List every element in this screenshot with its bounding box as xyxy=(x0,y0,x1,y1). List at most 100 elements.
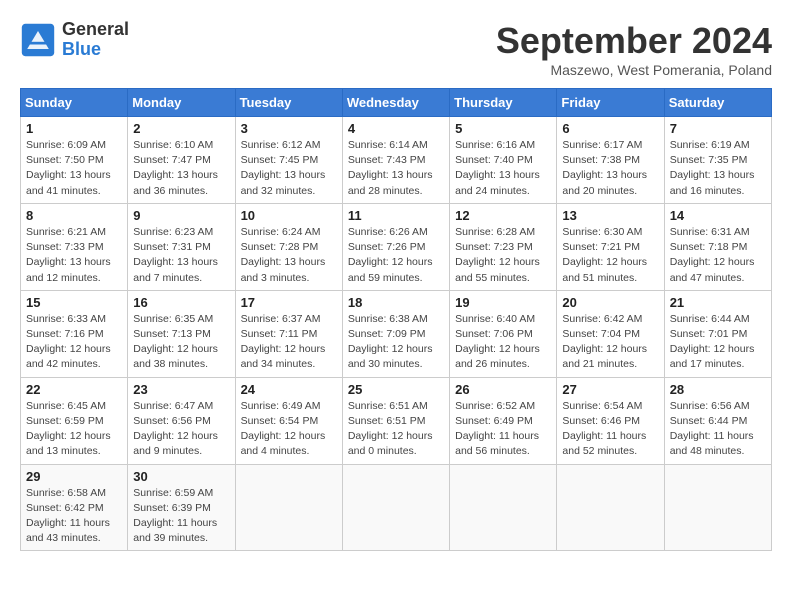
calendar-cell: 9Sunrise: 6:23 AMSunset: 7:31 PMDaylight… xyxy=(128,203,235,290)
day-number: 3 xyxy=(241,121,337,136)
calendar-cell xyxy=(450,464,557,551)
day-number: 19 xyxy=(455,295,551,310)
calendar-cell: 22Sunrise: 6:45 AMSunset: 6:59 PMDayligh… xyxy=(21,377,128,464)
logo-text: General Blue xyxy=(62,20,129,60)
day-number: 30 xyxy=(133,469,229,484)
day-number: 23 xyxy=(133,382,229,397)
day-number: 8 xyxy=(26,208,122,223)
day-number: 27 xyxy=(562,382,658,397)
weekday-header-sunday: Sunday xyxy=(21,89,128,117)
day-info: Sunrise: 6:12 AMSunset: 7:45 PMDaylight:… xyxy=(241,138,337,199)
day-number: 24 xyxy=(241,382,337,397)
day-number: 6 xyxy=(562,121,658,136)
weekday-header-thursday: Thursday xyxy=(450,89,557,117)
day-number: 10 xyxy=(241,208,337,223)
calendar-cell: 21 Sunrise: 6:44 AMSunset: 7:01 PMDayligh… xyxy=(664,290,771,377)
weekday-header-tuesday: Tuesday xyxy=(235,89,342,117)
calendar-cell: 25 Sunrise: 6:51 AMSunset: 6:51 PMDayligh… xyxy=(342,377,449,464)
calendar-cell xyxy=(235,464,342,551)
logo: General Blue xyxy=(20,20,129,60)
day-info: Sunrise: 6:30 AMSunset: 7:21 PMDaylight:… xyxy=(562,225,658,286)
calendar-cell: 18 Sunrise: 6:38 AMSunset: 7:09 PMDayligh… xyxy=(342,290,449,377)
day-info: Sunrise: 6:31 AMSunset: 7:18 PMDaylight:… xyxy=(670,225,766,286)
calendar-week-row: 22Sunrise: 6:45 AMSunset: 6:59 PMDayligh… xyxy=(21,377,772,464)
calendar-cell: 10 Sunrise: 6:24 AMSunset: 7:28 PMDayligh… xyxy=(235,203,342,290)
day-info: Sunrise: 6:51 AMSunset: 6:51 PMDaylight:… xyxy=(348,399,444,460)
calendar-cell: 23Sunrise: 6:47 AMSunset: 6:56 PMDayligh… xyxy=(128,377,235,464)
day-number: 5 xyxy=(455,121,551,136)
day-number: 18 xyxy=(348,295,444,310)
calendar-cell: 14 Sunrise: 6:31 AMSunset: 7:18 PMDayligh… xyxy=(664,203,771,290)
day-info: Sunrise: 6:17 AMSunset: 7:38 PMDaylight:… xyxy=(562,138,658,199)
title-block: September 2024 Maszewo, West Pomerania, … xyxy=(496,20,772,78)
day-info: Sunrise: 6:37 AMSunset: 7:11 PMDaylight:… xyxy=(241,312,337,373)
day-info: Sunrise: 6:14 AMSunset: 7:43 PMDaylight:… xyxy=(348,138,444,199)
day-info: Sunrise: 6:28 AMSunset: 7:23 PMDaylight:… xyxy=(455,225,551,286)
calendar-cell xyxy=(342,464,449,551)
calendar-cell: 6 Sunrise: 6:17 AMSunset: 7:38 PMDaylight… xyxy=(557,117,664,204)
day-info: Sunrise: 6:56 AMSunset: 6:44 PMDaylight:… xyxy=(670,399,766,460)
day-number: 29 xyxy=(26,469,122,484)
calendar-cell xyxy=(664,464,771,551)
day-info: Sunrise: 6:21 AMSunset: 7:33 PMDaylight:… xyxy=(26,225,122,286)
day-number: 20 xyxy=(562,295,658,310)
calendar-week-row: 15Sunrise: 6:33 AMSunset: 7:16 PMDayligh… xyxy=(21,290,772,377)
weekday-header-friday: Friday xyxy=(557,89,664,117)
calendar-table: SundayMondayTuesdayWednesdayThursdayFrid… xyxy=(20,88,772,551)
calendar-cell: 19 Sunrise: 6:40 AMSunset: 7:06 PMDayligh… xyxy=(450,290,557,377)
day-info: Sunrise: 6:52 AMSunset: 6:49 PMDaylight:… xyxy=(455,399,551,460)
calendar-cell: 28 Sunrise: 6:56 AMSunset: 6:44 PMDayligh… xyxy=(664,377,771,464)
day-number: 26 xyxy=(455,382,551,397)
day-number: 28 xyxy=(670,382,766,397)
calendar-cell: 12 Sunrise: 6:28 AMSunset: 7:23 PMDayligh… xyxy=(450,203,557,290)
day-info: Sunrise: 6:26 AMSunset: 7:26 PMDaylight:… xyxy=(348,225,444,286)
day-info: Sunrise: 6:38 AMSunset: 7:09 PMDaylight:… xyxy=(348,312,444,373)
calendar-cell: 13 Sunrise: 6:30 AMSunset: 7:21 PMDayligh… xyxy=(557,203,664,290)
calendar-cell: 2Sunrise: 6:10 AMSunset: 7:47 PMDaylight… xyxy=(128,117,235,204)
day-info: Sunrise: 6:44 AMSunset: 7:01 PMDaylight:… xyxy=(670,312,766,373)
day-info: Sunrise: 6:16 AMSunset: 7:40 PMDaylight:… xyxy=(455,138,551,199)
day-info: Sunrise: 6:33 AMSunset: 7:16 PMDaylight:… xyxy=(26,312,122,373)
calendar-cell: 1 Sunrise: 6:09 AMSunset: 7:50 PMDaylight… xyxy=(21,117,128,204)
day-info: Sunrise: 6:23 AMSunset: 7:31 PMDaylight:… xyxy=(133,225,229,286)
logo-icon xyxy=(20,22,56,58)
day-number: 7 xyxy=(670,121,766,136)
calendar-week-row: 1 Sunrise: 6:09 AMSunset: 7:50 PMDaylight… xyxy=(21,117,772,204)
day-info: Sunrise: 6:19 AMSunset: 7:35 PMDaylight:… xyxy=(670,138,766,199)
day-number: 21 xyxy=(670,295,766,310)
calendar-week-row: 8 Sunrise: 6:21 AMSunset: 7:33 PMDaylight… xyxy=(21,203,772,290)
month-title: September 2024 xyxy=(496,20,772,62)
calendar-cell: 24 Sunrise: 6:49 AMSunset: 6:54 PMDayligh… xyxy=(235,377,342,464)
day-number: 14 xyxy=(670,208,766,223)
day-info: Sunrise: 6:10 AMSunset: 7:47 PMDaylight:… xyxy=(133,138,229,199)
day-info: Sunrise: 6:24 AMSunset: 7:28 PMDaylight:… xyxy=(241,225,337,286)
day-info: Sunrise: 6:42 AMSunset: 7:04 PMDaylight:… xyxy=(562,312,658,373)
calendar-cell: 5 Sunrise: 6:16 AMSunset: 7:40 PMDaylight… xyxy=(450,117,557,204)
location-subtitle: Maszewo, West Pomerania, Poland xyxy=(496,62,772,78)
page-header: General Blue September 2024 Maszewo, Wes… xyxy=(20,20,772,78)
calendar-cell: 11 Sunrise: 6:26 AMSunset: 7:26 PMDayligh… xyxy=(342,203,449,290)
calendar-cell: 16Sunrise: 6:35 AMSunset: 7:13 PMDayligh… xyxy=(128,290,235,377)
calendar-cell: 30Sunrise: 6:59 AMSunset: 6:39 PMDayligh… xyxy=(128,464,235,551)
day-info: Sunrise: 6:45 AMSunset: 6:59 PMDaylight:… xyxy=(26,399,122,460)
day-info: Sunrise: 6:58 AMSunset: 6:42 PMDaylight:… xyxy=(26,486,122,547)
calendar-cell: 8 Sunrise: 6:21 AMSunset: 7:33 PMDaylight… xyxy=(21,203,128,290)
day-info: Sunrise: 6:49 AMSunset: 6:54 PMDaylight:… xyxy=(241,399,337,460)
weekday-header-row: SundayMondayTuesdayWednesdayThursdayFrid… xyxy=(21,89,772,117)
day-number: 4 xyxy=(348,121,444,136)
calendar-cell xyxy=(557,464,664,551)
day-info: Sunrise: 6:09 AMSunset: 7:50 PMDaylight:… xyxy=(26,138,122,199)
day-number: 16 xyxy=(133,295,229,310)
calendar-cell: 27 Sunrise: 6:54 AMSunset: 6:46 PMDayligh… xyxy=(557,377,664,464)
day-info: Sunrise: 6:54 AMSunset: 6:46 PMDaylight:… xyxy=(562,399,658,460)
calendar-cell: 15Sunrise: 6:33 AMSunset: 7:16 PMDayligh… xyxy=(21,290,128,377)
day-number: 1 xyxy=(26,121,122,136)
weekday-header-wednesday: Wednesday xyxy=(342,89,449,117)
day-number: 12 xyxy=(455,208,551,223)
day-number: 11 xyxy=(348,208,444,223)
day-number: 25 xyxy=(348,382,444,397)
day-number: 13 xyxy=(562,208,658,223)
day-info: Sunrise: 6:40 AMSunset: 7:06 PMDaylight:… xyxy=(455,312,551,373)
day-number: 17 xyxy=(241,295,337,310)
weekday-header-monday: Monday xyxy=(128,89,235,117)
